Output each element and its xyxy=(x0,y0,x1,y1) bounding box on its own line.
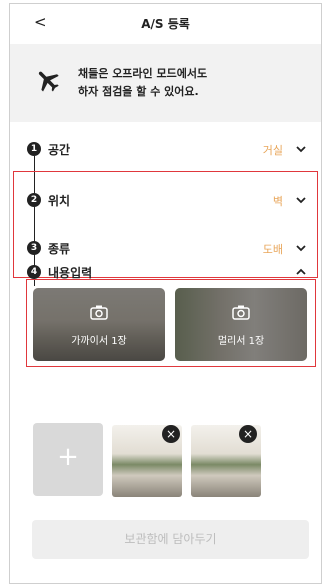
banner-line-2: 하자 점검을 할 수 있어요. xyxy=(78,85,199,98)
step-space-row[interactable]: 1 공간 거실 xyxy=(10,135,321,165)
step-number-badge: 1 xyxy=(27,142,41,156)
airplane-icon xyxy=(38,71,59,92)
banner-message: 채들은 오프라인 모드에서도 하자 점검을 할 수 있어요. xyxy=(78,65,207,101)
chevron-up-icon[interactable] xyxy=(294,266,308,278)
chevron-down-icon[interactable] xyxy=(294,143,308,155)
save-to-storage-button[interactable]: 보관함에 담아두기 xyxy=(32,520,309,559)
app-screen: < A/S 등록 채들은 오프라인 모드에서도 하자 점검을 할 수 있어요. … xyxy=(9,3,322,584)
step-number-badge: 4 xyxy=(27,265,41,279)
close-icon[interactable]: × xyxy=(162,425,180,443)
close-icon[interactable]: × xyxy=(239,425,257,443)
step-value: 거실 xyxy=(262,144,283,157)
banner-line-1: 채들은 오프라인 모드에서도 xyxy=(78,67,208,80)
plus-icon: + xyxy=(57,442,79,472)
highlight-box-photos xyxy=(26,279,316,367)
add-photo-button[interactable]: + xyxy=(33,423,103,496)
offline-banner: 채들은 오프라인 모드에서도 하자 점검을 할 수 있어요. xyxy=(10,44,321,122)
page-title: A/S 등록 xyxy=(141,17,190,31)
header: < A/S 등록 xyxy=(10,4,321,44)
step-label: 공간 xyxy=(48,143,71,157)
